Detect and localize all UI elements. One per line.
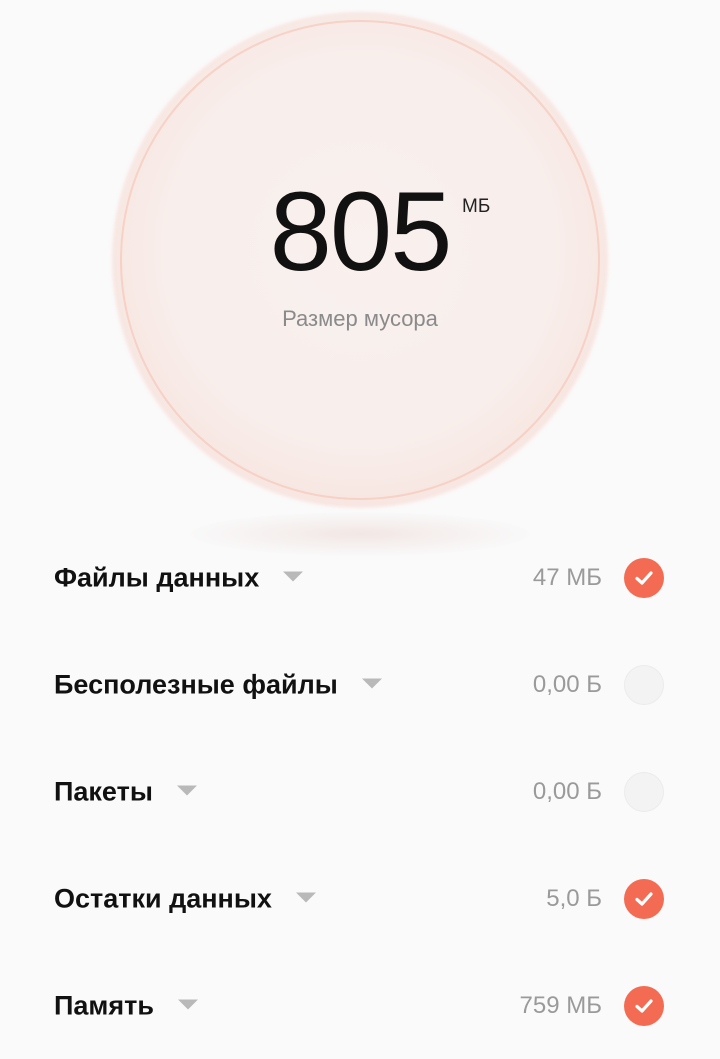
check-icon <box>635 570 653 585</box>
category-checkbox[interactable] <box>624 771 664 812</box>
category-size: 0,00 Б <box>532 670 602 698</box>
chevron-down-icon[interactable] <box>283 571 304 582</box>
category-expand-toggle[interactable]: Остатки данных <box>54 883 316 914</box>
category-checkbox[interactable] <box>624 557 664 598</box>
chevron-down-icon[interactable] <box>176 785 197 796</box>
category-row-data-files[interactable]: Файлы данных 47 МБ <box>0 524 720 631</box>
chevron-down-icon[interactable] <box>295 892 316 903</box>
junk-category-list: Файлы данных 47 МБ Бесполезные файлы 0,0… <box>0 524 720 1059</box>
category-size: 47 МБ <box>532 563 602 591</box>
category-expand-toggle[interactable]: Пакеты <box>54 776 197 807</box>
category-checkbox[interactable] <box>624 985 664 1026</box>
category-label: Остатки данных <box>54 883 272 913</box>
category-row-residual-data[interactable]: Остатки данных 5,0 Б <box>0 845 720 952</box>
chevron-down-icon[interactable] <box>361 678 382 689</box>
category-size: 0,00 Б <box>532 777 602 805</box>
category-size: 5,0 Б <box>546 884 602 912</box>
junk-size-label: Размер мусора <box>282 306 438 331</box>
category-row-packages[interactable]: Пакеты 0,00 Б <box>0 738 720 845</box>
category-label: Пакеты <box>54 776 153 806</box>
category-label: Бесполезные файлы <box>54 669 338 699</box>
chevron-down-icon[interactable] <box>177 999 198 1010</box>
category-expand-toggle[interactable]: Память <box>54 990 198 1021</box>
junk-size-hero: 805 МБ Размер мусора <box>0 0 720 556</box>
category-expand-toggle[interactable]: Файлы данных <box>54 562 304 593</box>
category-checkbox[interactable] <box>624 664 664 705</box>
category-expand-toggle[interactable]: Бесполезные файлы <box>54 669 382 700</box>
category-label: Память <box>54 990 154 1020</box>
category-row-memory[interactable]: Память 759 МБ <box>0 952 720 1059</box>
junk-size-unit: МБ <box>462 196 491 217</box>
check-icon <box>635 891 653 906</box>
category-size: 759 МБ <box>519 991 602 1019</box>
category-checkbox[interactable] <box>624 878 664 919</box>
check-icon <box>635 998 653 1013</box>
junk-size-value: 805 <box>269 169 453 294</box>
category-row-useless-files[interactable]: Бесполезные файлы 0,00 Б <box>0 631 720 738</box>
category-label: Файлы данных <box>54 562 260 592</box>
